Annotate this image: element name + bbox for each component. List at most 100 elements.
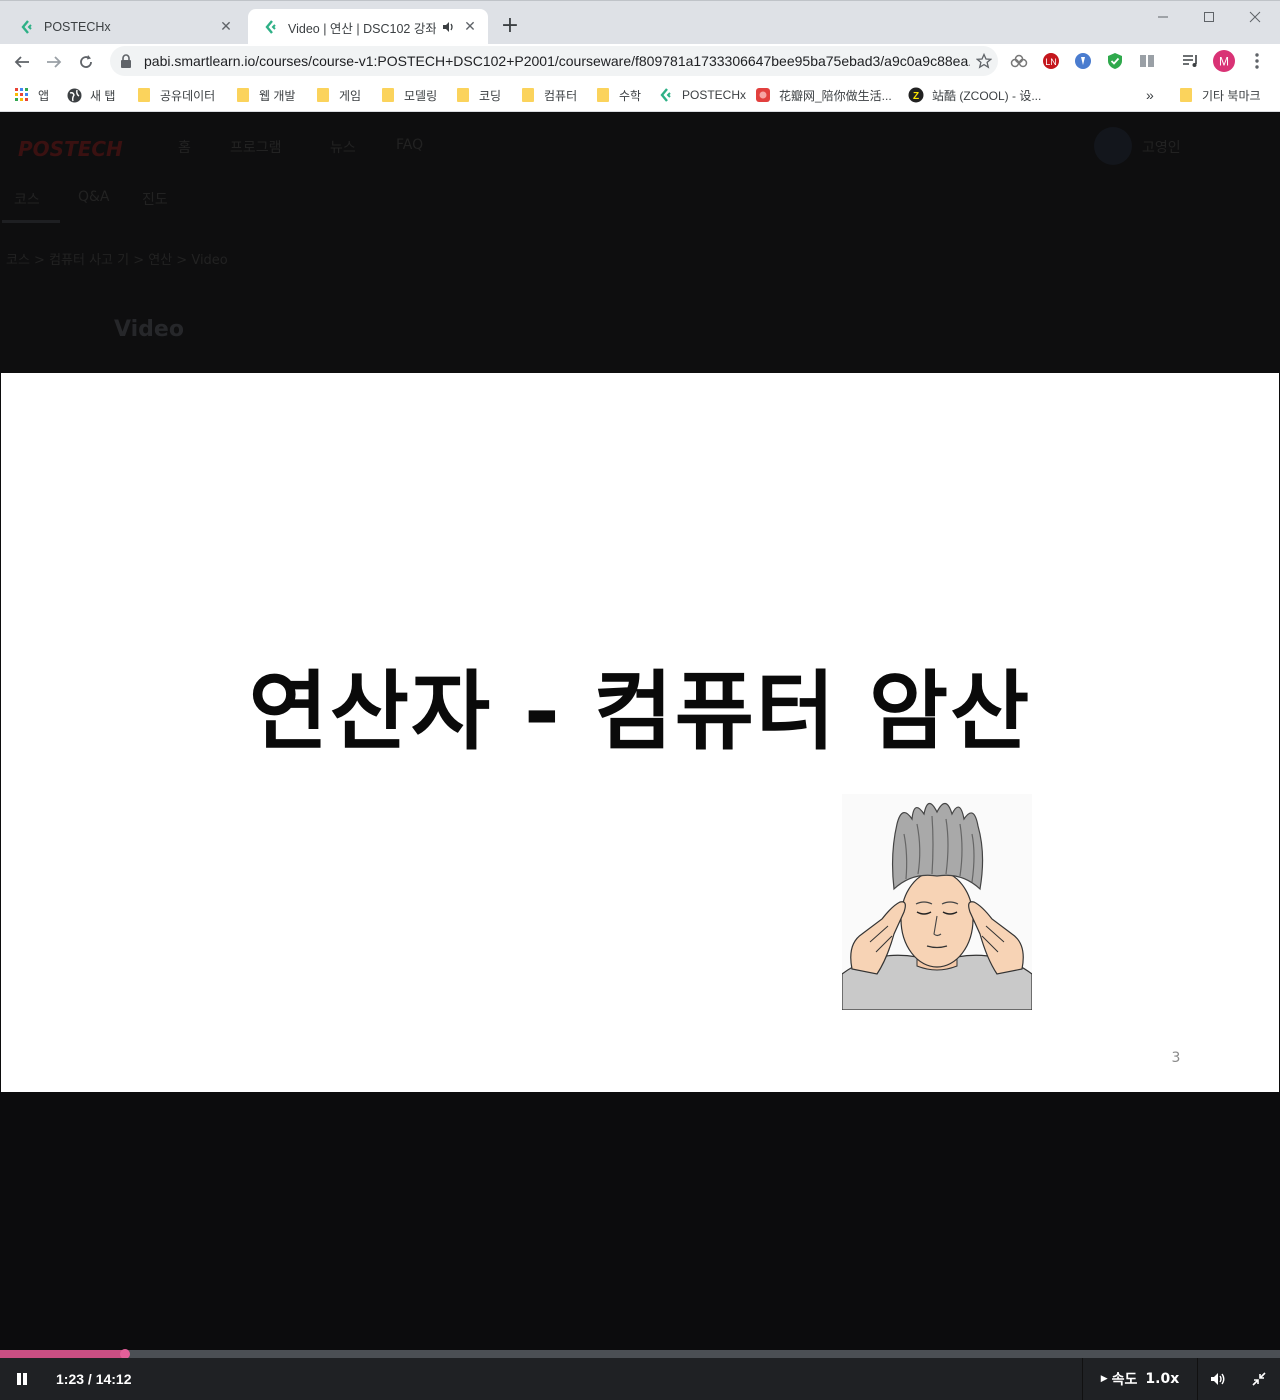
speed-button[interactable]: ▶ 속도 1.0x: [1082, 1358, 1198, 1400]
bookmark-label: 기타 북마크: [1202, 88, 1261, 103]
tab-close-icon[interactable]: ✕: [218, 19, 234, 35]
tab-video[interactable]: Video | 연산 | DSC102 강좌 | ✕: [248, 9, 488, 45]
bookmark-label: 웹 개발: [259, 88, 296, 103]
svg-text:LN: LN: [1045, 57, 1057, 67]
forward-icon[interactable]: [40, 48, 68, 76]
postechx-icon: [658, 87, 674, 103]
folder-icon: [136, 87, 152, 103]
new-tab-button[interactable]: +: [498, 15, 522, 39]
tab-title: POSTECHx: [44, 20, 111, 34]
video-controls: 1:23 / 14:12 ▶ 속도 1.0x: [0, 1358, 1280, 1400]
dimmed-course-page: POSTECH 홈 프로그램 뉴스 FAQ 고영인 코스 Q&A 진도 코스 >…: [0, 113, 1280, 373]
extension-blue-icon[interactable]: [1072, 50, 1094, 72]
bookmark-label: 站酷 (ZCOOL) - 设...: [932, 88, 1042, 103]
svg-text:Z: Z: [913, 91, 919, 102]
audio-playing-icon[interactable]: [442, 21, 456, 33]
window-close-icon[interactable]: [1232, 1, 1278, 33]
bookmark-apps[interactable]: 앱: [14, 84, 49, 106]
course-tab-qna: Q&A: [78, 189, 110, 205]
volume-icon[interactable]: [1200, 1358, 1236, 1400]
tab-postechx[interactable]: POSTECHx ✕: [4, 9, 244, 45]
bookmark-label: 수학: [619, 88, 642, 103]
folder-icon: [455, 87, 471, 103]
postechx-favicon-icon: [262, 18, 280, 36]
reload-icon[interactable]: [72, 48, 100, 76]
bookmark-label: 게임: [339, 88, 362, 103]
globe-icon: [66, 87, 82, 103]
extension-red-icon[interactable]: LN: [1040, 50, 1062, 72]
bookmark-label: POSTECHx: [682, 88, 747, 102]
huaban-icon: [755, 87, 771, 103]
video-letterbox: [0, 1092, 1280, 1350]
reader-icon[interactable]: [1136, 50, 1158, 72]
bookmark-folder[interactable]: 코딩: [455, 84, 501, 106]
profile-initial: M: [1219, 55, 1229, 69]
maximize-icon[interactable]: [1186, 1, 1232, 33]
chrome-menu-icon[interactable]: [1246, 50, 1268, 72]
speed-label: 속도: [1111, 1372, 1138, 1388]
folder-icon: [595, 87, 611, 103]
course-tab-progress: 진도: [142, 192, 168, 208]
breadcrumb: 코스 > 컴퓨터 사고 기 > 연산 > Video: [6, 253, 228, 268]
caret-right-icon: ▶: [1100, 1374, 1108, 1384]
video-progress-bar[interactable]: [0, 1349, 1280, 1359]
tab-strip: POSTECHx ✕ Video | 연산 | DSC102 강좌 | ✕ +: [0, 0, 1280, 45]
video-progress-fill: [0, 1350, 126, 1358]
media-control-icon[interactable]: [1180, 50, 1202, 72]
back-icon[interactable]: [8, 48, 36, 76]
folder-icon: [1178, 87, 1194, 103]
unit-title: Video: [114, 317, 184, 342]
other-bookmarks[interactable]: 기타 북마크: [1178, 84, 1261, 106]
bookmarks-overflow-button[interactable]: »: [1146, 84, 1154, 106]
bookmark-folder[interactable]: 웹 개발: [235, 84, 295, 106]
course-tab-indicator: [2, 220, 60, 223]
user-avatar: [1094, 127, 1132, 165]
bookmark-label: 코딩: [479, 88, 502, 103]
address-bar[interactable]: pabi.smartlearn.io/courses/course-v1:POS…: [110, 46, 998, 76]
course-tab-course: 코스: [14, 192, 40, 208]
bookmark-label: 새 탭: [90, 88, 116, 103]
bookmark-postechx[interactable]: POSTECHx: [658, 84, 746, 106]
lock-icon: [120, 54, 134, 68]
site-nav-faq: FAQ: [396, 137, 424, 153]
browser-toolbar: pabi.smartlearn.io/courses/course-v1:POS…: [0, 44, 1280, 78]
shield-icon[interactable]: [1104, 50, 1126, 72]
speed-value: 1.0x: [1145, 1371, 1180, 1387]
folder-icon: [235, 87, 251, 103]
tab-title: Video | 연산 | DSC102 강좌 |: [288, 21, 436, 36]
bookmark-folder[interactable]: 모델링: [380, 84, 437, 106]
zcool-icon: Z: [908, 87, 924, 103]
minimize-icon[interactable]: [1140, 1, 1186, 33]
bookmark-label: 앱: [38, 88, 50, 103]
apps-grid-icon: [14, 87, 30, 103]
tab-close-icon[interactable]: ✕: [462, 19, 478, 35]
postechx-favicon-icon: [18, 18, 36, 36]
bookmark-folder[interactable]: 수학: [595, 84, 641, 106]
thinking-man-illustration: [841, 794, 1033, 1011]
bookmark-folder[interactable]: 공유데이터: [136, 84, 215, 106]
folder-icon: [520, 87, 536, 103]
site-logo: POSTECH: [18, 137, 123, 161]
slide-page-number: 3: [1171, 1050, 1181, 1066]
video-frame[interactable]: 연산자 - 컴퓨터 암산 3: [1, 373, 1279, 1092]
folder-icon: [380, 87, 396, 103]
url-text: pabi.smartlearn.io/courses/course-v1:POS…: [144, 53, 970, 69]
bookmark-star-icon[interactable]: [970, 53, 998, 69]
bookmark-folder[interactable]: 컴퓨터: [520, 84, 577, 106]
profile-avatar[interactable]: M: [1213, 50, 1235, 72]
bookmark-new-tab[interactable]: 새 탭: [66, 84, 115, 106]
site-nav-news: 뉴스: [330, 140, 356, 156]
slide-title: 연산자 - 컴퓨터 암산: [248, 662, 1032, 762]
bookmark-label: 공유데이터: [160, 88, 216, 103]
exit-fullscreen-icon[interactable]: [1240, 1358, 1278, 1400]
bookmark-zcool[interactable]: Z 站酷 (ZCOOL) - 设...: [908, 84, 1041, 106]
site-user-name: 고영인: [1142, 140, 1181, 156]
pause-icon[interactable]: [4, 1358, 40, 1400]
bookmark-label: 花瓣网_陪你做生活...: [779, 88, 892, 103]
site-nav-programs: 프로그램: [230, 140, 282, 156]
bookmark-huaban[interactable]: 花瓣网_陪你做生活...: [755, 84, 892, 106]
bookmark-folder[interactable]: 게임: [315, 84, 361, 106]
bookmark-label: 컴퓨터: [544, 88, 578, 103]
extension-cloud-icon[interactable]: [1008, 50, 1030, 72]
site-nav-home: 홈: [178, 140, 191, 156]
